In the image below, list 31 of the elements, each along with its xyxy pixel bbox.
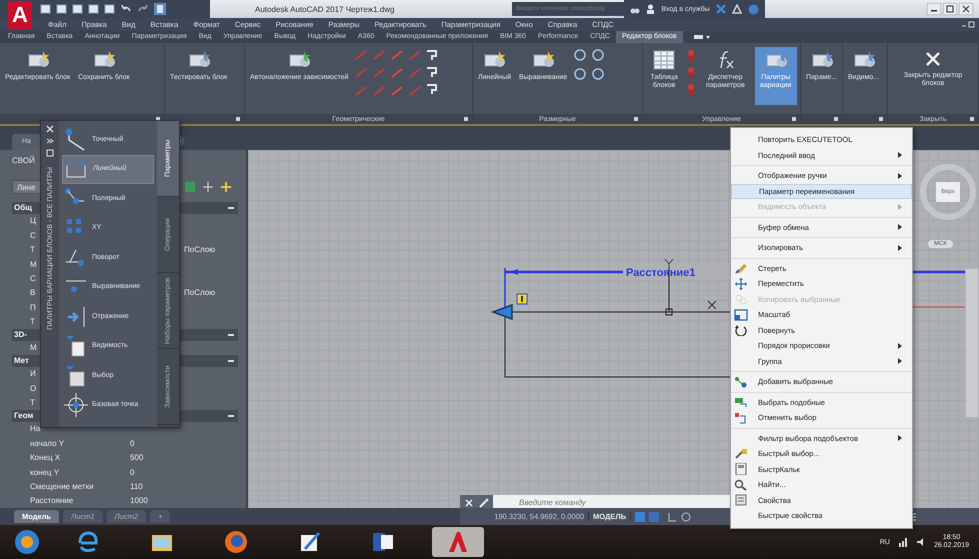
property-value: 1000 — [130, 496, 148, 506]
property-name: Конец X — [30, 453, 60, 462]
property-name: В — [30, 288, 36, 298]
property-value: ПоСлою — [184, 245, 216, 254]
section-title: Общ — [14, 203, 32, 212]
section-title: Геом — [14, 411, 34, 420]
window-title: Autodesk AutoCAD 2017 Чертеж1.dwg — [255, 4, 394, 14]
property-name: М — [30, 343, 37, 352]
property-value: ПоСлою — [184, 288, 216, 298]
section-title: Мет — [14, 356, 29, 366]
property-name: С — [30, 230, 36, 240]
property-name: И — [30, 369, 36, 378]
property-value: 0 — [130, 468, 134, 476]
property-name: Т — [30, 398, 35, 408]
panel-title: СВОЙ — [12, 156, 35, 167]
property-name: Расстояние — [30, 496, 74, 506]
property-name: начало Y — [30, 438, 64, 448]
property-value: 0 — [130, 438, 134, 448]
property-name: Смещение метки — [30, 482, 94, 491]
property-name: С — [30, 274, 36, 283]
property-name: М — [30, 260, 37, 269]
property-name: П — [30, 302, 36, 312]
property-name: О — [30, 384, 36, 393]
property-name: Ц — [30, 216, 36, 226]
property-name: Т — [30, 316, 35, 326]
property-value: 500 — [130, 453, 144, 462]
property-name: Т — [30, 245, 35, 254]
property-name: На — [30, 424, 40, 434]
section-title: 3D- — [14, 330, 27, 340]
property-name: конец Y — [30, 468, 60, 476]
property-value: 110 — [130, 482, 143, 491]
